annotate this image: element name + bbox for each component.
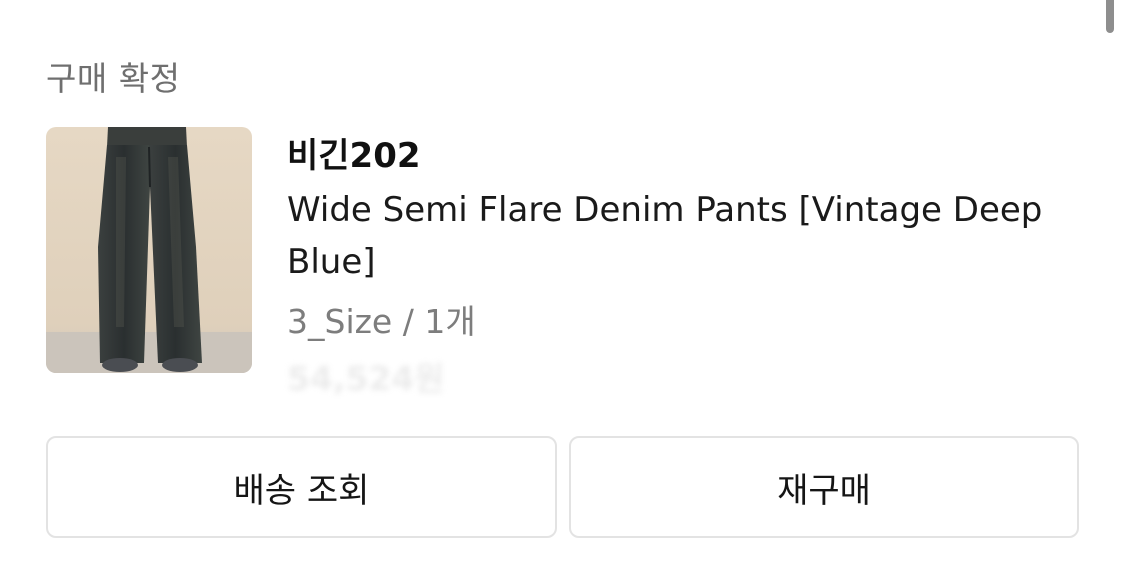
track-delivery-button[interactable]: 배송 조회	[46, 436, 557, 538]
denim-pants-photo	[46, 127, 252, 373]
product-thumbnail[interactable]	[46, 127, 252, 373]
brand-name[interactable]: 비긴202	[287, 128, 421, 177]
scrollbar[interactable]	[1106, 0, 1114, 33]
product-name[interactable]: Wide Semi Flare Denim Pants [Vintage Dee…	[287, 184, 1067, 288]
order-status-label: 구매 확정	[46, 59, 181, 98]
product-price: 54,524원	[287, 359, 445, 398]
rebuy-button[interactable]: 재구매	[569, 436, 1079, 538]
product-option: 3_Size / 1개	[287, 302, 476, 341]
